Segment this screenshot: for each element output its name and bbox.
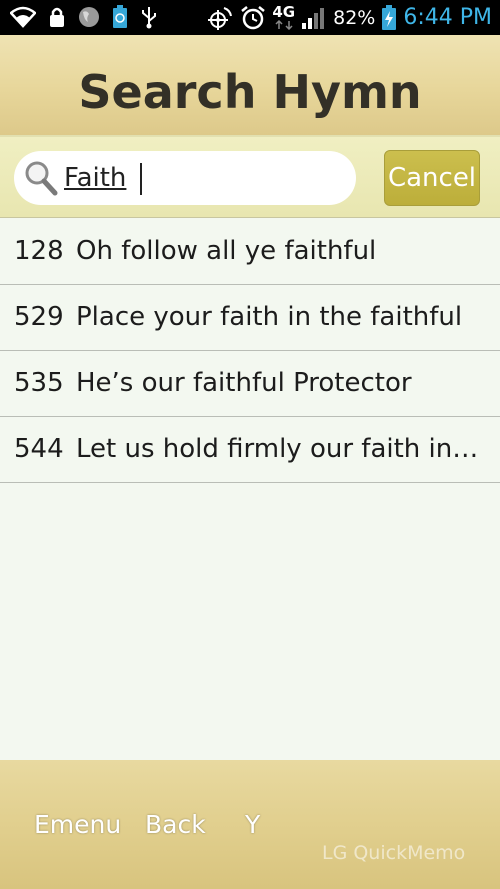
cancel-button[interactable]: Cancel [384,150,480,206]
search-input-value[interactable]: Faith [64,163,126,193]
list-item[interactable]: 128 Oh follow all ye faithful [0,219,500,285]
back-button[interactable]: Back [145,810,206,839]
search-icon [24,160,58,201]
hymn-number: 128 [14,236,64,266]
wifi-icon [10,6,36,28]
hymn-title: Let us hold firmly our faith in… [76,434,479,464]
hymn-number: 529 [14,302,64,332]
battery-saver-icon [112,5,128,29]
header: Search Hymn [0,35,500,135]
usb-icon [140,5,158,29]
page-title: Search Hymn [78,65,422,119]
emenu-button[interactable]: Emenu [34,810,121,839]
search-bar: Faith Cancel [0,135,500,218]
bottom-bar: Emenu Back Y LG QuickMemo [0,760,500,889]
hymn-title: Oh follow all ye faithful [76,236,377,266]
globe-icon [78,6,100,28]
search-input[interactable]: Faith [14,151,356,205]
alarm-icon [240,5,266,31]
status-time: 6:44 PM [403,5,492,30]
battery-percent: 82% [333,6,376,29]
hymn-title: Place your faith in the faithful [76,302,463,332]
hymn-title: He’s our faithful Protector [76,368,412,398]
y-button[interactable]: Y [245,810,260,839]
gps-icon [206,4,234,32]
status-bar-left [10,5,158,29]
list-item[interactable]: 529 Place your faith in the faithful [0,285,500,351]
network-4g-label: 4G [272,3,296,21]
list-item[interactable]: 544 Let us hold firmly our faith in… [0,417,500,483]
hymn-number: 544 [14,434,64,464]
results-list: 128 Oh follow all ye faithful 529 Place … [0,219,500,483]
status-bar-right: 4G 82% 6:44 PM [206,0,492,35]
battery-charging-icon [381,4,397,31]
list-item[interactable]: 535 He’s our faithful Protector [0,351,500,417]
signal-icon [301,6,327,30]
quickmemo-watermark: LG QuickMemo [322,842,466,864]
network-4g-icon: 4G [272,5,295,30]
lock-icon [48,6,66,28]
text-cursor [140,163,142,195]
status-bar: 4G 82% 6:44 PM [0,0,500,35]
hymn-number: 535 [14,368,64,398]
